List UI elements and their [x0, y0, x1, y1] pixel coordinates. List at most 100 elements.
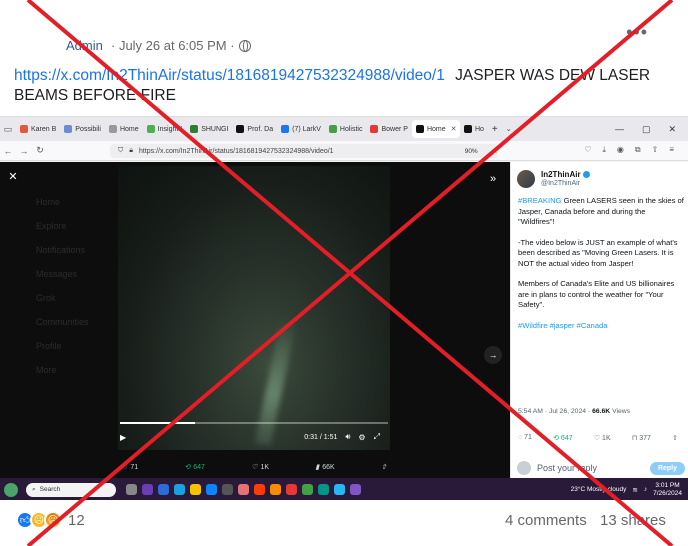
tweet-author-name[interactable]: In2ThinAir: [541, 170, 590, 179]
browser-tab[interactable]: Insight I: [143, 120, 187, 138]
x-sidebar-item[interactable]: Home: [36, 190, 89, 214]
download-icon[interactable]: ⤓: [602, 145, 606, 155]
post-header: Admin · July 26 at 6:05 PM · •••: [0, 0, 688, 62]
browser-tab[interactable]: SHUNGI: [186, 120, 232, 138]
tweet-replies[interactable]: ◌ 71: [518, 434, 532, 442]
taskbar-app-icon[interactable]: [254, 484, 265, 495]
taskbar-app-icon[interactable]: [270, 484, 281, 495]
tab-list-icon[interactable]: ⌄: [502, 120, 516, 138]
tweet-bookmarks[interactable]: ⊓ 377: [632, 434, 651, 442]
pocket-icon[interactable]: ♡: [584, 145, 591, 155]
reply-input[interactable]: Post your reply: [537, 463, 597, 473]
volume-icon[interactable]: 🔊︎: [345, 432, 350, 442]
browser-tabbar: ▭ Karen B Possibili Home Insight I SHUNGI Pro…: [0, 117, 688, 141]
hashtag-breaking[interactable]: #BREAKING: [518, 196, 561, 205]
x-sidebar-item[interactable]: Grok: [36, 286, 89, 310]
comments-link[interactable]: 4 comments: [505, 512, 587, 529]
next-icon[interactable]: →: [484, 346, 502, 364]
tweet-handle[interactable]: @In2ThinAir: [541, 180, 580, 187]
taskbar-app-icon[interactable]: [334, 484, 345, 495]
x-sidebar-item[interactable]: Messages: [36, 262, 89, 286]
browser-tab[interactable]: Home: [105, 120, 143, 138]
post-author[interactable]: Admin: [66, 38, 103, 53]
tweet-reposts[interactable]: ⟲ 647: [553, 434, 573, 442]
new-tab-button[interactable]: +: [488, 120, 502, 138]
taskbar-app-icon[interactable]: [238, 484, 249, 495]
close-tab-icon[interactable]: ✕: [451, 125, 457, 133]
reply-button[interactable]: Reply: [649, 461, 685, 475]
close-icon[interactable]: ✕: [6, 170, 20, 184]
browser-tab[interactable]: Holistic: [325, 120, 367, 138]
url-field[interactable]: ⛉ 🔒︎ https://x.com/In2ThinAir/status/181…: [110, 144, 498, 158]
reload-icon[interactable]: ↻: [32, 145, 48, 156]
tweet-share-icon[interactable]: ⇧: [672, 434, 678, 442]
browser-tab[interactable]: (7) LarkV: [277, 120, 325, 138]
expand-icon[interactable]: »: [484, 170, 502, 188]
browser-tab[interactable]: Home ✕: [411, 120, 460, 138]
tweet-avatar[interactable]: [517, 170, 535, 188]
taskbar-search-label: Search: [39, 486, 61, 493]
tab-favicon-icon: [146, 125, 155, 133]
taskbar-app-icon[interactable]: [190, 484, 201, 495]
x-sidebar-item[interactable]: Notifications: [36, 238, 89, 262]
taskbar-app-icon[interactable]: [222, 484, 233, 495]
taskbar-app-icon[interactable]: [158, 484, 169, 495]
back-icon[interactable]: ←: [0, 146, 16, 156]
taskbar-app-icon[interactable]: [174, 484, 185, 495]
x-sidebar-item[interactable]: Explore: [36, 214, 89, 238]
post-timestamp[interactable]: · July 26 at 6:05 PM ·: [111, 38, 235, 53]
post-link[interactable]: https://x.com/In2ThinAir/status/18168194…: [14, 67, 445, 84]
play-icon[interactable]: ▶: [120, 433, 126, 442]
views-action[interactable]: ▮ 66K: [315, 463, 334, 472]
tweet-hashtags[interactable]: #Wildfire #jasper #Canada: [518, 321, 684, 332]
repost-action[interactable]: ⟲ 647: [184, 463, 205, 472]
menu-icon[interactable]: ≡: [669, 145, 674, 155]
browser-tab[interactable]: Ho: [460, 120, 488, 138]
close-window-icon[interactable]: ✕: [668, 124, 676, 135]
maximize-icon[interactable]: ▢: [642, 124, 651, 135]
taskbar-app-icon[interactable]: [350, 484, 361, 495]
browser-tab[interactable]: Possibili: [60, 120, 105, 138]
shares-link[interactable]: 13 shares: [600, 512, 666, 529]
video-progress-bar[interactable]: [120, 422, 388, 424]
tab-overview-icon[interactable]: ▭: [0, 124, 16, 135]
taskbar-app-icon[interactable]: [302, 484, 313, 495]
share-icon[interactable]: ⇧: [652, 145, 659, 155]
wifi-icon[interactable]: ≋: [632, 486, 637, 494]
extensions-icon[interactable]: ⧉: [635, 145, 641, 155]
taskbar-app-icon[interactable]: [142, 484, 153, 495]
tweet-time-text[interactable]: 5:54 AM · Jul 26, 2024 ·: [518, 408, 592, 415]
account-icon[interactable]: ◉: [617, 145, 624, 155]
taskbar-clock[interactable]: 3:01 PM 7/26/2024: [653, 482, 682, 498]
taskbar-app-icon[interactable]: [318, 484, 329, 495]
like-action[interactable]: ♡ 1K: [251, 463, 269, 472]
taskbar-app-icon[interactable]: [206, 484, 217, 495]
browser-tab[interactable]: Prof. Da: [232, 120, 277, 138]
browser-tab[interactable]: Karen B: [16, 120, 60, 138]
reactions-summary[interactable]: 👍︎ ☹ ☹ 12: [16, 511, 85, 529]
forward-icon[interactable]: →: [16, 146, 32, 156]
reply-action[interactable]: ◌ 71: [123, 464, 138, 471]
minimize-icon[interactable]: —: [615, 124, 624, 135]
more-options-icon[interactable]: •••: [626, 22, 648, 43]
tab-favicon-icon: [328, 125, 337, 133]
avatar[interactable]: [14, 30, 54, 62]
browser-tab[interactable]: Bower P: [366, 120, 411, 138]
share-action[interactable]: ⇧: [381, 463, 387, 471]
tweet-likes[interactable]: ♡ 1K: [594, 434, 611, 442]
x-sidebar-item[interactable]: Profile: [36, 334, 89, 358]
taskbar-search[interactable]: ⌕ Search: [26, 482, 116, 497]
bookmark-star-icon[interactable]: ☆: [492, 147, 498, 155]
fullscreen-icon[interactable]: ⤢: [374, 432, 380, 442]
start-icon[interactable]: [4, 482, 18, 497]
video-player[interactable]: [118, 166, 390, 450]
settings-icon[interactable]: ⚙: [358, 433, 365, 442]
taskbar-app-icon[interactable]: [286, 484, 297, 495]
zoom-level[interactable]: 90%: [465, 148, 478, 155]
taskbar-app-icon[interactable]: [126, 484, 137, 495]
x-sidebar-item[interactable]: Communities: [36, 310, 89, 334]
speaker-icon[interactable]: ♪: [644, 486, 647, 493]
weather-widget[interactable]: 23°C Mostly cloudy: [571, 486, 627, 493]
x-sidebar-item[interactable]: More: [36, 358, 89, 382]
address-bar: ← → ↻ ⛉ 🔒︎ https://x.com/In2ThinAir/stat…: [0, 141, 688, 161]
